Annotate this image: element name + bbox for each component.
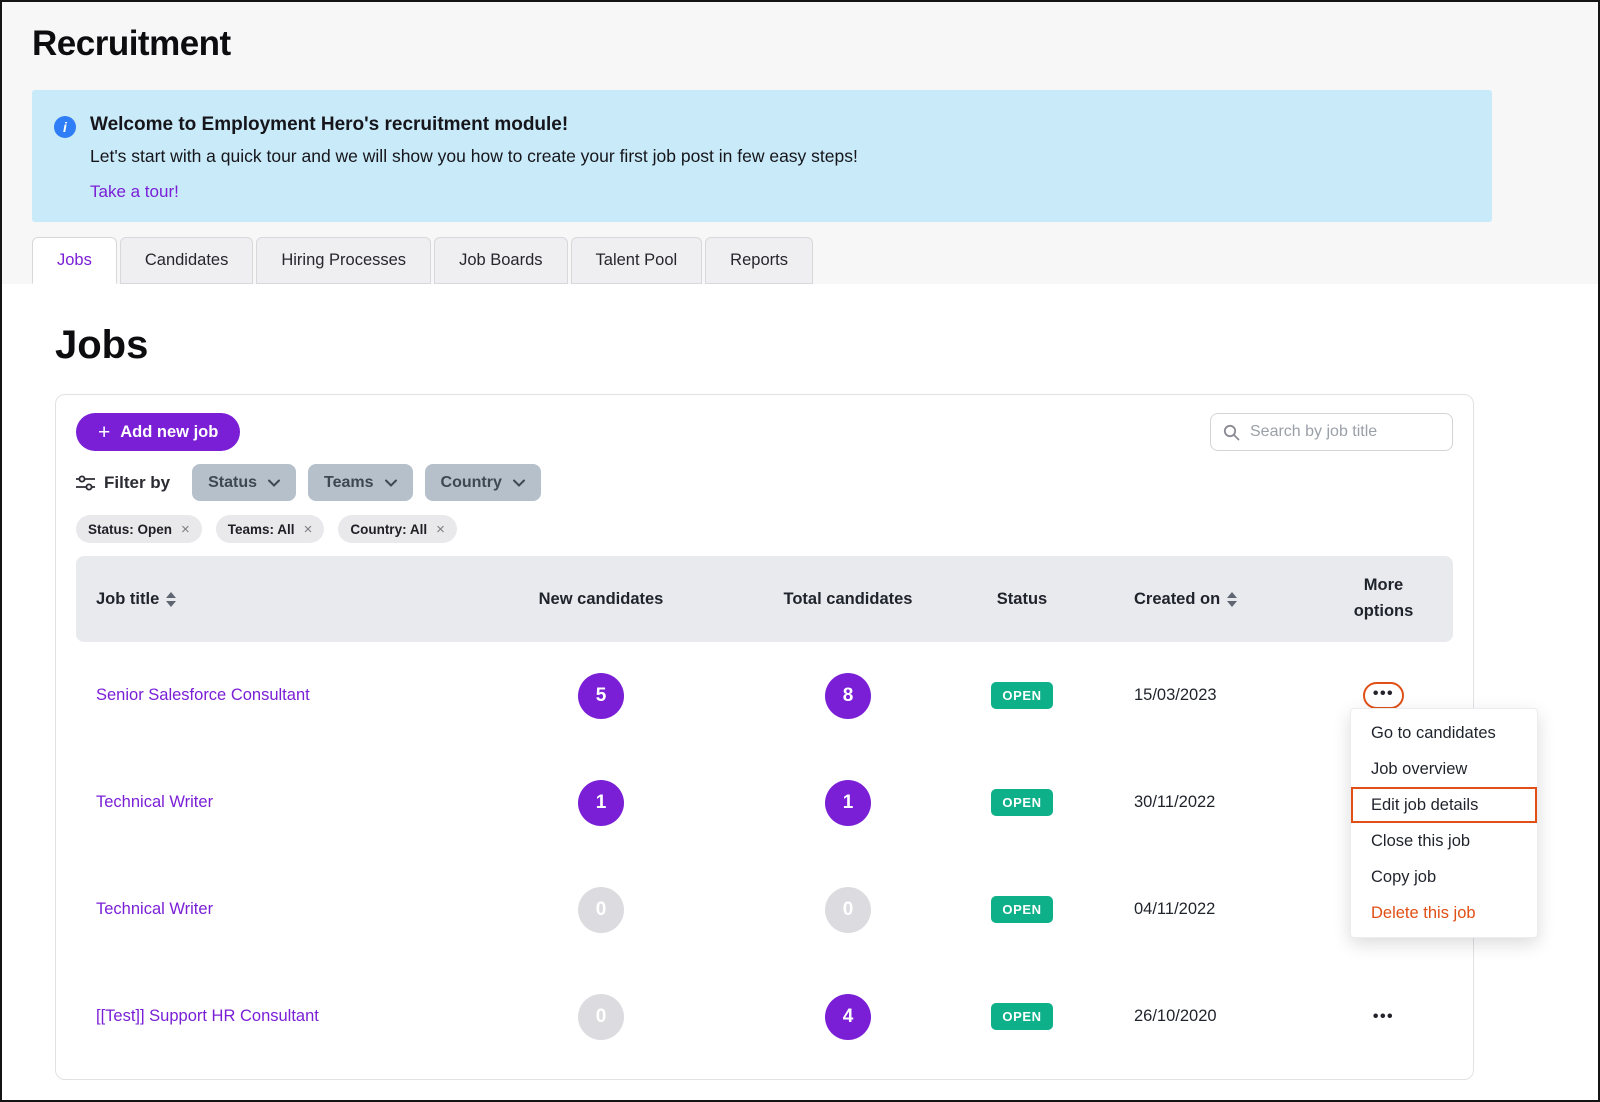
content-section: Jobs + Add new job [2,284,1598,1100]
column-more-options: More options [1314,573,1453,624]
filter-status-label: Status [208,474,257,492]
table-row: [[Test]] Support HR Consultant 0 4 OPEN … [76,963,1453,1070]
filter-country-label: Country [441,474,502,492]
tab-reports[interactable]: Reports [705,237,813,284]
page-title: Recruitment [32,2,1568,72]
created-on-date: 26/10/2020 [1086,1007,1314,1026]
tab-candidates[interactable]: Candidates [120,237,253,284]
chevron-down-icon [268,479,280,487]
active-filter-teams[interactable]: Teams: All × [216,515,325,543]
tab-hiring-processes[interactable]: Hiring Processes [256,237,431,284]
jobs-heading: Jobs [55,322,1545,368]
status-badge: OPEN [991,789,1053,816]
remove-filter-icon[interactable]: × [304,521,313,538]
jobs-panel: + Add new job [55,394,1474,1080]
search-input[interactable] [1248,422,1440,442]
new-candidates-count[interactable]: 1 [578,780,624,826]
active-filter-teams-label: Teams: All [228,522,295,537]
active-filter-status[interactable]: Status: Open × [76,515,202,543]
table-row: Technical Writer 1 1 OPEN 30/11/2022 [76,749,1453,856]
sort-icon[interactable] [1227,592,1237,607]
menu-item-copy-job[interactable]: Copy job [1351,859,1537,895]
top-section: Recruitment i Welcome to Employment Hero… [2,2,1598,284]
sort-icon[interactable] [166,592,176,607]
menu-item-go-to-candidates[interactable]: Go to candidates [1351,715,1537,751]
recruitment-window: Recruitment i Welcome to Employment Hero… [0,0,1600,1102]
status-badge: OPEN [991,896,1053,923]
more-options-button[interactable]: ••• [1373,1008,1394,1025]
status-badge: OPEN [991,682,1053,709]
job-title-link[interactable]: [[Test]] Support HR Consultant [76,1007,464,1026]
filter-teams-dropdown[interactable]: Teams [308,464,413,501]
tab-jobs[interactable]: Jobs [32,237,117,284]
menu-item-close-this-job[interactable]: Close this job [1351,823,1537,859]
column-more-options-label: More options [1344,573,1424,624]
more-options-highlight: ••• [1363,682,1404,709]
search-icon [1223,424,1240,441]
filter-teams-label: Teams [324,474,374,492]
filter-row: Filter by Status Teams Country [76,464,1453,501]
table-row: Senior Salesforce Consultant 5 8 OPEN 15… [76,642,1453,749]
column-job-title-label: Job title [96,590,159,609]
jobs-table: Job title New candidates Total candidate… [76,556,1453,1070]
new-candidates-count[interactable]: 0 [578,887,624,933]
column-total-candidates: Total candidates [738,590,958,609]
table-row: Technical Writer 0 0 OPEN 04/11/2022 [76,856,1453,963]
column-new-candidates: New candidates [464,590,738,609]
tab-talent-pool[interactable]: Talent Pool [571,237,703,284]
status-badge: OPEN [991,1003,1053,1030]
filter-by-text: Filter by [104,473,170,493]
chevron-down-icon [513,479,525,487]
banner-body: Let's start with a quick tour and we wil… [90,146,858,167]
column-created-on-label: Created on [1134,590,1220,609]
banner-text: Welcome to Employment Hero's recruitment… [90,114,858,222]
filter-country-dropdown[interactable]: Country [425,464,541,501]
remove-filter-icon[interactable]: × [436,521,445,538]
more-options-button[interactable]: ••• [1373,685,1394,702]
active-filter-country-label: Country: All [350,522,427,537]
menu-item-delete-this-job[interactable]: Delete this job [1351,895,1537,931]
add-new-job-label: Add new job [120,423,218,442]
total-candidates-count[interactable]: 0 [825,887,871,933]
new-candidates-count[interactable]: 0 [578,994,624,1040]
take-a-tour-link[interactable]: Take a tour! [90,182,179,201]
created-on-date: 04/11/2022 [1086,900,1314,919]
total-candidates-count[interactable]: 8 [825,673,871,719]
total-candidates-count[interactable]: 1 [825,780,871,826]
menu-item-job-overview[interactable]: Job overview [1351,751,1537,787]
active-filters-row: Status: Open × Teams: All × Country: All… [76,515,1453,543]
job-title-link[interactable]: Senior Salesforce Consultant [76,686,464,705]
active-filter-country[interactable]: Country: All × [338,515,457,543]
new-candidates-count[interactable]: 5 [578,673,624,719]
column-job-title: Job title [76,590,464,609]
job-title-link[interactable]: Technical Writer [76,793,464,812]
menu-item-edit-job-details[interactable]: Edit job details [1351,787,1537,823]
active-filter-status-label: Status: Open [88,522,172,537]
chevron-down-icon [385,479,397,487]
job-title-link[interactable]: Technical Writer [76,900,464,919]
filter-status-dropdown[interactable]: Status [192,464,296,501]
filter-by-label: Filter by [76,473,170,493]
plus-icon: + [98,422,110,443]
add-new-job-button[interactable]: + Add new job [76,413,240,451]
filter-sliders-icon [76,475,95,491]
created-on-date: 15/03/2023 [1086,686,1314,705]
banner-title: Welcome to Employment Hero's recruitment… [90,114,858,136]
remove-filter-icon[interactable]: × [181,521,190,538]
column-status: Status [958,590,1086,609]
row-context-menu: Go to candidates Job overview Edit job d… [1350,708,1538,938]
jobs-toolbar: + Add new job [76,413,1453,451]
created-on-date: 30/11/2022 [1086,793,1314,812]
column-created-on: Created on [1086,590,1314,609]
total-candidates-count[interactable]: 4 [825,994,871,1040]
welcome-banner: i Welcome to Employment Hero's recruitme… [32,90,1492,222]
tab-job-boards[interactable]: Job Boards [434,237,567,284]
table-header: Job title New candidates Total candidate… [76,556,1453,642]
info-icon: i [54,116,76,138]
search-box[interactable] [1210,413,1453,451]
tab-bar: Jobs Candidates Hiring Processes Job Boa… [32,237,1568,284]
